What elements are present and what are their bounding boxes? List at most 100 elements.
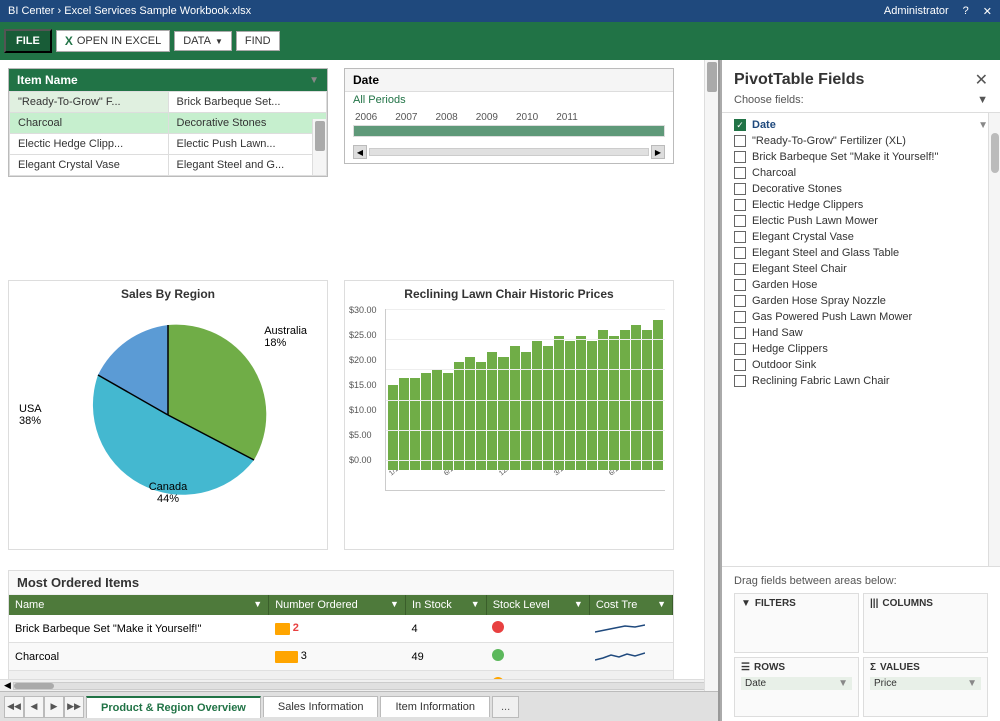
- slicer-item[interactable]: Brick Barbeque Set...: [169, 92, 327, 112]
- file-button[interactable]: FILE: [4, 29, 52, 53]
- find-button[interactable]: FIND: [236, 31, 280, 51]
- pivot-field-item[interactable]: Electic Push Lawn Mower: [722, 213, 1000, 229]
- pivot-field-item[interactable]: Electic Hedge Clippers: [722, 197, 1000, 213]
- slicer-item-decorative-stones[interactable]: Decorative Stones: [169, 113, 327, 133]
- pivot-rows-item-remove[interactable]: ▼: [838, 678, 848, 689]
- pivot-checkbox[interactable]: [734, 247, 746, 259]
- vscroll-thumb[interactable]: [707, 62, 717, 92]
- pivot-values-item[interactable]: Price ▼: [870, 677, 981, 690]
- pivot-values-item-remove[interactable]: ▼: [967, 678, 977, 689]
- tab-prev-btn[interactable]: ◀◀: [4, 696, 24, 718]
- col-sort-icon[interactable]: ▼: [471, 599, 480, 609]
- slicer-item[interactable]: Electic Push Lawn...: [169, 134, 327, 154]
- pivot-rows-area[interactable]: ☰ ROWS Date ▼: [734, 657, 859, 717]
- scrollbar-track[interactable]: [13, 682, 705, 690]
- pivot-checkbox[interactable]: ✓: [734, 119, 746, 131]
- pivot-checkbox[interactable]: [734, 343, 746, 355]
- pivot-checkbox[interactable]: [734, 327, 746, 339]
- col-sort-icon[interactable]: ▼: [657, 599, 666, 609]
- date-bar[interactable]: [353, 125, 665, 137]
- data-button[interactable]: DATA ▼: [174, 31, 232, 51]
- pivot-columns-area[interactable]: ||| COLUMNS: [863, 593, 988, 653]
- pivot-checkbox[interactable]: [734, 295, 746, 307]
- pivot-checkbox[interactable]: [734, 167, 746, 179]
- pivot-checkbox[interactable]: [734, 135, 746, 147]
- pivot-checkbox[interactable]: [734, 199, 746, 211]
- pivot-field-item[interactable]: Gas Powered Push Lawn Mower: [722, 309, 1000, 325]
- date-scrollbar[interactable]: [369, 148, 649, 156]
- pivot-field-item[interactable]: Garden Hose: [722, 277, 1000, 293]
- pivot-field-item[interactable]: Decorative Stones: [722, 181, 1000, 197]
- pivot-rows-item[interactable]: Date ▼: [741, 677, 852, 690]
- col-stocklevel[interactable]: Stock Level ▼: [486, 595, 589, 615]
- col-costtre[interactable]: Cost Tre ▼: [589, 595, 672, 615]
- pivot-filters-area[interactable]: ▼ FILTERS: [734, 593, 859, 653]
- slicer-scrollbar[interactable]: [312, 119, 326, 175]
- tab-next-btn[interactable]: ▶▶: [64, 696, 84, 718]
- col-name[interactable]: Name ▼: [9, 595, 269, 615]
- pivot-field-scrollbar-thumb[interactable]: [991, 133, 999, 173]
- horizontal-scrollbar[interactable]: ◀ ▶: [0, 679, 718, 691]
- tab-nav-right[interactable]: ▶: [44, 696, 64, 718]
- slicer-filter-icon[interactable]: ▼: [309, 75, 319, 86]
- pivot-panel-title: PivotTable Fields: [734, 71, 864, 89]
- vertical-scrollbar[interactable]: [704, 60, 718, 691]
- pivot-field-item[interactable]: "Ready-To-Grow" Fertilizer (XL): [722, 133, 1000, 149]
- tab-more-btn[interactable]: ...: [492, 696, 519, 718]
- row-stocklevel: [486, 615, 589, 643]
- pivot-checkbox[interactable]: [734, 215, 746, 227]
- pivot-field-item[interactable]: Hedge Clippers: [722, 341, 1000, 357]
- pivot-field-item[interactable]: Elegant Crystal Vase: [722, 229, 1000, 245]
- pivot-field-filter-icon[interactable]: ▼: [978, 120, 988, 131]
- pivot-field-item[interactable]: Garden Hose Spray Nozzle: [722, 293, 1000, 309]
- pivot-checkbox[interactable]: [734, 311, 746, 323]
- pivot-checkbox[interactable]: [734, 183, 746, 195]
- pivot-checkbox[interactable]: [734, 279, 746, 291]
- pivot-checkbox[interactable]: [734, 375, 746, 387]
- tab-item-information[interactable]: Item Information: [380, 696, 489, 717]
- tab-nav-left[interactable]: ◀: [24, 696, 44, 718]
- pivot-field-item[interactable]: Charcoal: [722, 165, 1000, 181]
- pivot-close-btn[interactable]: ✕: [975, 70, 988, 90]
- pivot-checkbox[interactable]: [734, 263, 746, 275]
- pivot-checkbox[interactable]: [734, 231, 746, 243]
- pivot-field-item[interactable]: Brick Barbeque Set "Make it Yourself!": [722, 149, 1000, 165]
- scroll-left-btn[interactable]: ◀: [2, 680, 13, 691]
- stock-indicator: [492, 621, 504, 633]
- row-instock: 4: [405, 615, 486, 643]
- help-icon[interactable]: ?: [963, 5, 969, 18]
- pivot-values-area[interactable]: Σ VALUES Price ▼: [863, 657, 988, 717]
- pivot-field-item[interactable]: Hand Saw: [722, 325, 1000, 341]
- date-right-btn[interactable]: ▶: [651, 145, 665, 159]
- row-ordered: 2: [269, 615, 406, 643]
- pivot-filter-icon[interactable]: ▼: [977, 94, 988, 106]
- date-left-btn[interactable]: ◀: [353, 145, 367, 159]
- slicer-item[interactable]: Elegant Steel and G...: [169, 155, 327, 175]
- pivot-field-date[interactable]: ✓ Date ▼: [722, 117, 1000, 133]
- pivot-field-item[interactable]: Elegant Steel Chair: [722, 261, 1000, 277]
- date-period[interactable]: All Periods: [345, 92, 673, 108]
- tab-sales-information[interactable]: Sales Information: [263, 696, 379, 717]
- col-sort-icon[interactable]: ▼: [574, 599, 583, 609]
- pivot-field-scrollbar[interactable]: [988, 113, 1000, 566]
- col-instock[interactable]: In Stock ▼: [405, 595, 486, 615]
- slicer-item[interactable]: Electic Hedge Clipp...: [10, 134, 168, 154]
- usa-label: USA 38%: [19, 403, 42, 427]
- pivot-checkbox[interactable]: [734, 151, 746, 163]
- slicer-item[interactable]: "Ready-To-Grow" F...: [10, 92, 168, 112]
- pivot-field-item[interactable]: Elegant Steel and Glass Table: [722, 245, 1000, 261]
- scrollbar-thumb[interactable]: [14, 683, 54, 689]
- tab-product-region[interactable]: Product & Region Overview: [86, 696, 261, 718]
- pivot-checkbox[interactable]: [734, 359, 746, 371]
- open-in-excel-button[interactable]: X OPEN IN EXCEL: [56, 30, 170, 52]
- close-icon[interactable]: ✕: [983, 5, 992, 18]
- slicer-item-charcoal[interactable]: Charcoal: [10, 113, 168, 133]
- pivot-field-item[interactable]: Reclining Fabric Lawn Chair: [722, 373, 1000, 389]
- pivot-field-item[interactable]: Outdoor Sink: [722, 357, 1000, 373]
- slicer-item[interactable]: Elegant Crystal Vase: [10, 155, 168, 175]
- col-sort-icon[interactable]: ▼: [390, 599, 399, 609]
- col-ordered[interactable]: Number Ordered ▼: [269, 595, 406, 615]
- col-sort-icon[interactable]: ▼: [253, 599, 262, 609]
- sales-region-title: Sales By Region: [9, 281, 327, 305]
- pivot-field-label: Garden Hose: [752, 279, 817, 291]
